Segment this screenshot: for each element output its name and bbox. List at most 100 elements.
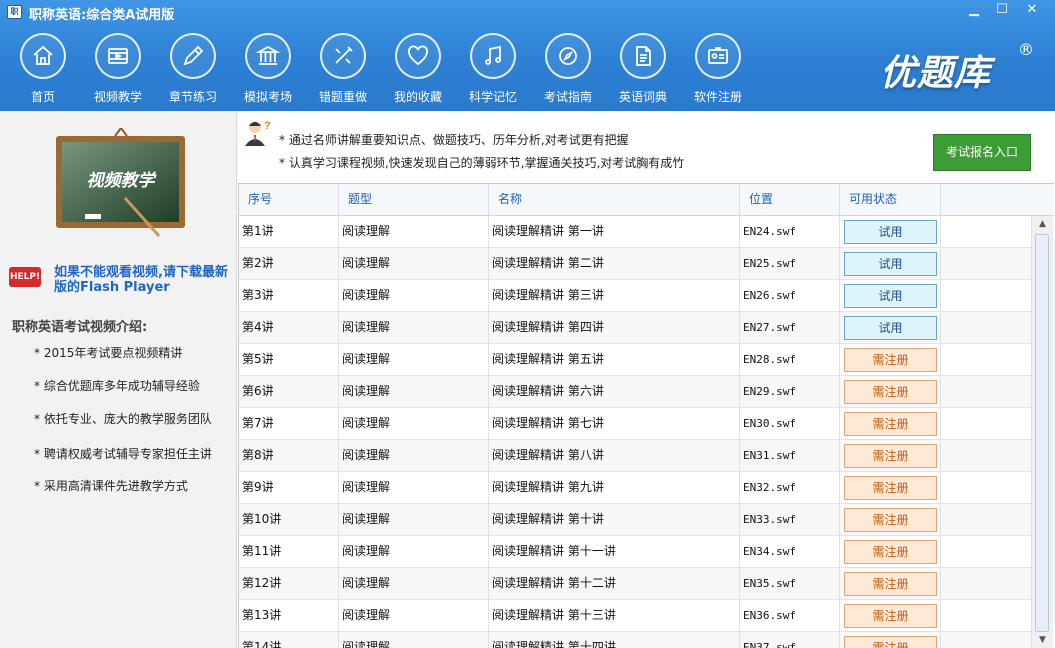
lesson-number-cell: 第1讲 bbox=[239, 216, 339, 248]
lesson-name-cell: 阅读理解精讲 第十讲 bbox=[489, 504, 740, 536]
table-row[interactable]: 第13讲 阅读理解 阅读理解精讲 第十三讲 EN36.swf 需注册 bbox=[239, 600, 1031, 632]
register-required-button[interactable]: 需注册 bbox=[844, 572, 937, 596]
intro-item: * 2015年考试要点视频精讲 bbox=[34, 346, 183, 360]
toolbar-label: 我的收藏 bbox=[393, 90, 442, 104]
file-location-cell: EN31.swf bbox=[740, 440, 840, 472]
register-required-button[interactable]: 需注册 bbox=[844, 540, 937, 564]
lesson-number-cell: 第13讲 bbox=[239, 600, 339, 632]
toolbar-memory[interactable]: 科学记忆 bbox=[458, 33, 528, 109]
toolbar-label: 模拟考场 bbox=[243, 90, 292, 104]
lesson-number-cell: 第9讲 bbox=[239, 472, 339, 504]
toolbar-dictionary[interactable]: 英语词典 bbox=[608, 33, 678, 109]
toolbar-favorites[interactable]: 我的收藏 bbox=[383, 33, 453, 109]
toolbar-label: 错题重做 bbox=[318, 90, 367, 104]
intro-item: * 聘请权威考试辅导专家担任主讲 bbox=[34, 447, 212, 461]
toolbar-video[interactable]: 视频教学 bbox=[83, 33, 153, 109]
lesson-name-cell: 阅读理解精讲 第五讲 bbox=[489, 344, 740, 376]
table-row[interactable]: 第1讲 阅读理解 阅读理解精讲 第一讲 EN24.swf 试用 bbox=[239, 216, 1031, 248]
column-header-status[interactable]: 可用状态 bbox=[840, 184, 941, 216]
register-required-button[interactable]: 需注册 bbox=[844, 412, 937, 436]
column-header-name[interactable]: 名称 bbox=[489, 184, 740, 216]
table-body: 第1讲 阅读理解 阅读理解精讲 第一讲 EN24.swf 试用 第2讲 阅读理解 阅读理解精讲… bbox=[239, 216, 1031, 648]
question-type-cell: 阅读理解 bbox=[339, 216, 489, 248]
file-location-cell: EN34.swf bbox=[740, 536, 840, 568]
question-type-cell: 阅读理解 bbox=[339, 312, 489, 344]
app-window: 职 职称英语:综合类A试用版 ▁ ☐ ✕ 首页 视频教学 章节练习 模拟考场 错… bbox=[0, 0, 1055, 648]
trial-button[interactable]: 试用 bbox=[844, 284, 937, 308]
toolbar-register[interactable]: 软件注册 bbox=[683, 33, 753, 109]
toolbar-label: 章节练习 bbox=[168, 90, 217, 104]
flash-player-link[interactable]: 如果不能观看视频,请下载最新版的Flash Player bbox=[54, 265, 234, 295]
table-row[interactable]: 第11讲 阅读理解 阅读理解精讲 第十一讲 EN34.swf 需注册 bbox=[239, 536, 1031, 568]
file-location-cell: EN26.swf bbox=[740, 280, 840, 312]
table-row[interactable]: 第10讲 阅读理解 阅读理解精讲 第十讲 EN33.swf 需注册 bbox=[239, 504, 1031, 536]
lesson-number-cell: 第4讲 bbox=[239, 312, 339, 344]
toolbar-exam-guide[interactable]: 考试指南 bbox=[533, 33, 603, 109]
maximize-button[interactable]: ☐ bbox=[990, 2, 1014, 19]
lesson-number-cell: 第10讲 bbox=[239, 504, 339, 536]
question-type-cell: 阅读理解 bbox=[339, 408, 489, 440]
file-location-cell: EN29.swf bbox=[740, 376, 840, 408]
table-row[interactable]: 第8讲 阅读理解 阅读理解精讲 第八讲 EN31.swf 需注册 bbox=[239, 440, 1031, 472]
trial-button[interactable]: 试用 bbox=[844, 220, 937, 244]
lesson-number-cell: 第8讲 bbox=[239, 440, 339, 472]
toolbar-label: 首页 bbox=[30, 90, 55, 104]
table-row[interactable]: 第14讲 阅读理解 阅读理解精讲 第十四讲 EN37.swf 需注册 bbox=[239, 632, 1031, 648]
lesson-name-cell: 阅读理解精讲 第七讲 bbox=[489, 408, 740, 440]
column-header-location[interactable]: 位置 bbox=[740, 184, 840, 216]
id-card-icon bbox=[695, 33, 741, 79]
intro-title: 职称英语考试视频介绍: bbox=[12, 320, 148, 335]
table-row[interactable]: 第4讲 阅读理解 阅读理解精讲 第四讲 EN27.swf 试用 bbox=[239, 312, 1031, 344]
lesson-name-cell: 阅读理解精讲 第十三讲 bbox=[489, 600, 740, 632]
scroll-down-button[interactable]: ▼ bbox=[1032, 632, 1053, 648]
question-type-cell: 阅读理解 bbox=[339, 344, 489, 376]
svg-text:?: ? bbox=[264, 120, 271, 132]
file-location-cell: EN33.swf bbox=[740, 504, 840, 536]
close-button[interactable]: ✕ bbox=[1020, 2, 1044, 19]
pencil-icon bbox=[170, 33, 216, 79]
toolbar-redo-wrong[interactable]: 错题重做 bbox=[308, 33, 378, 109]
table-row[interactable]: 第3讲 阅读理解 阅读理解精讲 第三讲 EN26.swf 试用 bbox=[239, 280, 1031, 312]
toolbar-chapter-practice[interactable]: 章节练习 bbox=[158, 33, 228, 109]
register-required-button[interactable]: 需注册 bbox=[844, 604, 937, 628]
register-required-button[interactable]: 需注册 bbox=[844, 636, 937, 648]
column-header-number[interactable]: 序号 bbox=[239, 184, 339, 216]
toolbar-home[interactable]: 首页 bbox=[8, 33, 78, 109]
compass-icon bbox=[545, 33, 591, 79]
toolbar-label: 软件注册 bbox=[693, 90, 742, 104]
file-location-cell: EN25.swf bbox=[740, 248, 840, 280]
exam-registration-button[interactable]: 考试报名入口 bbox=[933, 134, 1031, 171]
scroll-up-button[interactable]: ▲ bbox=[1032, 216, 1053, 232]
lesson-name-cell: 阅读理解精讲 第八讲 bbox=[489, 440, 740, 472]
scroll-thumb[interactable] bbox=[1035, 234, 1049, 632]
question-type-cell: 阅读理解 bbox=[339, 280, 489, 312]
trial-button[interactable]: 试用 bbox=[844, 252, 937, 276]
toolbar-label: 视频教学 bbox=[93, 90, 142, 104]
table-row[interactable]: 第12讲 阅读理解 阅读理解精讲 第十二讲 EN35.swf 需注册 bbox=[239, 568, 1031, 600]
table-row[interactable]: 第9讲 阅读理解 阅读理解精讲 第九讲 EN32.swf 需注册 bbox=[239, 472, 1031, 504]
register-required-button[interactable]: 需注册 bbox=[844, 444, 937, 468]
help-badge: HELP! bbox=[9, 267, 41, 287]
register-required-button[interactable]: 需注册 bbox=[844, 380, 937, 404]
table-row[interactable]: 第7讲 阅读理解 阅读理解精讲 第七讲 EN30.swf 需注册 bbox=[239, 408, 1031, 440]
register-required-button[interactable]: 需注册 bbox=[844, 476, 937, 500]
register-required-button[interactable]: 需注册 bbox=[844, 348, 937, 372]
window-title: 职称英语:综合类A试用版 bbox=[29, 8, 175, 23]
app-icon: 职 bbox=[7, 5, 22, 19]
document-icon bbox=[620, 33, 666, 79]
question-type-cell: 阅读理解 bbox=[339, 600, 489, 632]
table-row[interactable]: 第5讲 阅读理解 阅读理解精讲 第五讲 EN28.swf 需注册 bbox=[239, 344, 1031, 376]
table-row[interactable]: 第6讲 阅读理解 阅读理解精讲 第六讲 EN29.swf 需注册 bbox=[239, 376, 1031, 408]
table-row[interactable]: 第2讲 阅读理解 阅读理解精讲 第二讲 EN25.swf 试用 bbox=[239, 248, 1031, 280]
lesson-name-cell: 阅读理解精讲 第十四讲 bbox=[489, 632, 740, 648]
toolbar-label: 考试指南 bbox=[543, 90, 592, 104]
trial-button[interactable]: 试用 bbox=[844, 316, 937, 340]
register-required-button[interactable]: 需注册 bbox=[844, 508, 937, 532]
minimize-button[interactable]: ▁ bbox=[962, 2, 986, 19]
column-header-type[interactable]: 题型 bbox=[339, 184, 489, 216]
vertical-scrollbar[interactable]: ▲ ▼ bbox=[1031, 216, 1053, 648]
lesson-number-cell: 第5讲 bbox=[239, 344, 339, 376]
brand-logo: 优题库 bbox=[880, 53, 992, 94]
toolbar-mock-exam[interactable]: 模拟考场 bbox=[233, 33, 303, 109]
lesson-name-cell: 阅读理解精讲 第四讲 bbox=[489, 312, 740, 344]
